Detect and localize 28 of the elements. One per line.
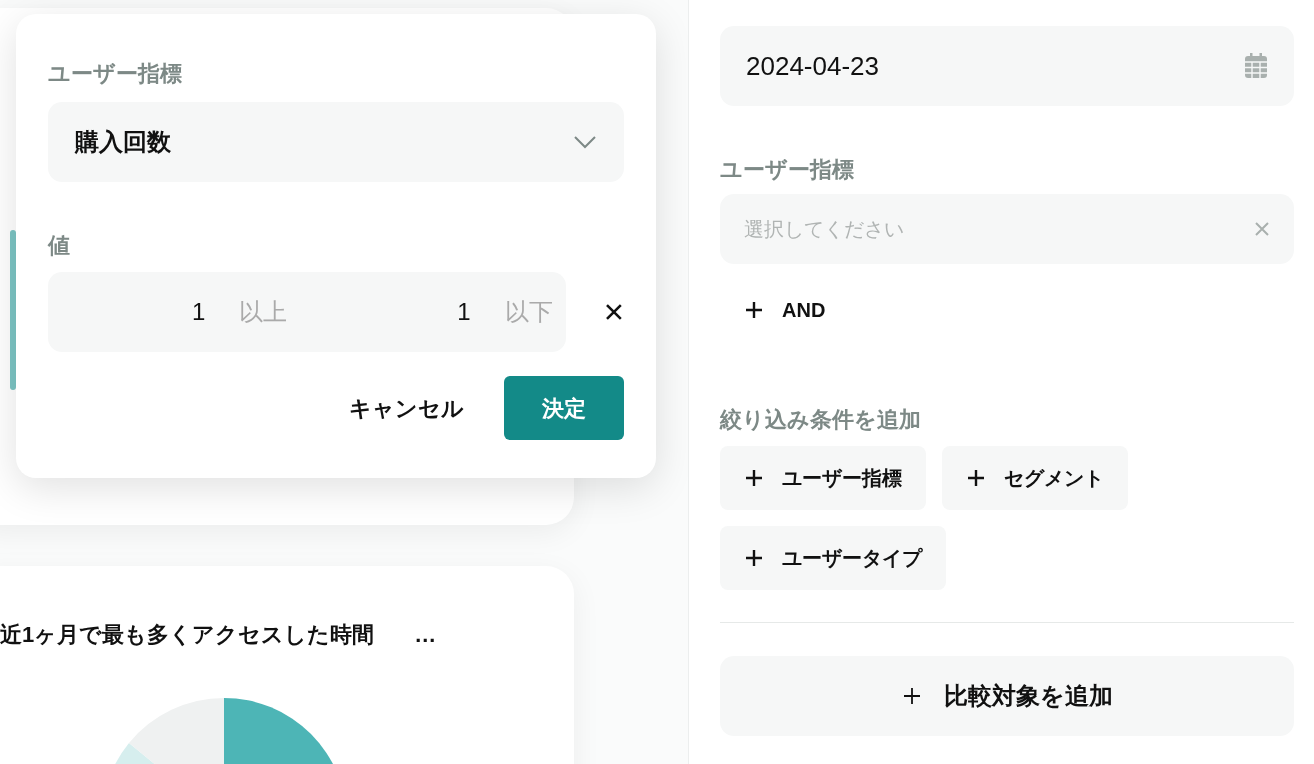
date-field[interactable]: 2024-04-23	[720, 26, 1294, 106]
field-label: 値	[48, 232, 71, 260]
add-filter-button[interactable]: ユーザー指標	[720, 446, 926, 510]
confirm-button[interactable]: 決定	[504, 376, 624, 440]
plus-icon	[744, 548, 764, 568]
plus-icon	[744, 300, 764, 320]
close-icon[interactable]	[604, 302, 624, 322]
plus-icon	[966, 468, 986, 488]
cancel-button[interactable]: キャンセル	[349, 376, 464, 440]
field-label: ユーザー指標	[720, 156, 855, 184]
add-comparison-button[interactable]: 比較対象を追加	[720, 656, 1294, 736]
card-title: 近1ヶ月で最も多くアクセスした時間	[0, 621, 375, 649]
min-suffix: 以上	[239, 297, 288, 327]
field-label: ユーザー指標	[48, 60, 183, 88]
chevron-down-icon	[573, 135, 597, 149]
max-suffix: 以下	[504, 297, 553, 327]
field-label: 絞り込み条件を追加	[720, 406, 922, 434]
max-value[interactable]: 1	[457, 294, 471, 330]
metric-select[interactable]: 購入回数	[48, 102, 624, 182]
add-filter-button[interactable]: セグメント	[942, 446, 1128, 510]
calendar-icon	[1244, 53, 1268, 79]
add-filter-button[interactable]: ユーザータイプ	[720, 526, 946, 590]
more-button[interactable]: …	[414, 623, 437, 646]
and-button[interactable]: AND	[720, 280, 850, 340]
plus-icon	[744, 468, 764, 488]
min-value[interactable]: 1	[192, 294, 206, 330]
range-field[interactable]: 1 以上 1 以下	[48, 272, 567, 352]
plus-icon	[901, 686, 922, 706]
